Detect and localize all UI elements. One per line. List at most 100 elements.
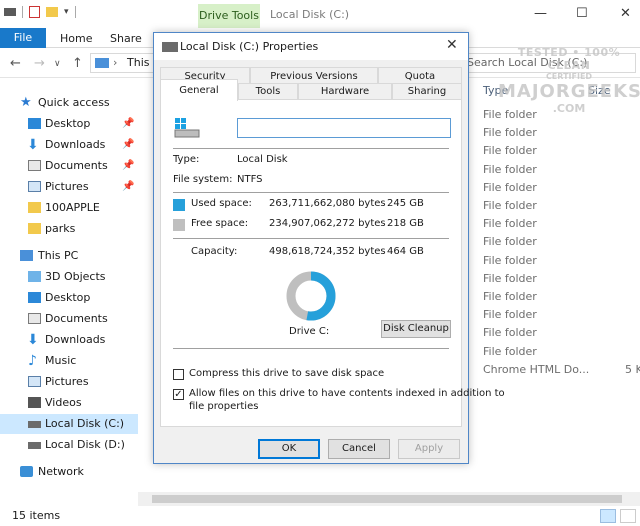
nav-item-3d-objects[interactable]: 3D Objects — [0, 267, 138, 287]
nav-item-pictures-pc[interactable]: Pictures — [0, 372, 138, 392]
star-icon: ★ — [20, 95, 32, 110]
separator — [74, 6, 76, 18]
tab-tools[interactable]: Tools — [238, 83, 298, 99]
recent-chevron-icon[interactable]: ∨ — [54, 59, 61, 69]
nav-quick-access[interactable]: ★ Quick access — [0, 93, 138, 113]
row-type[interactable]: File folder — [483, 326, 537, 339]
nav-label: Local Disk (C:) — [45, 417, 125, 430]
close-icon[interactable]: ✕ — [620, 6, 631, 21]
compress-checkbox[interactable] — [173, 369, 184, 380]
customize-qat-icon[interactable]: ▾ — [64, 7, 69, 17]
pin-icon[interactable]: 📌 — [122, 135, 134, 155]
row-type[interactable]: File folder — [483, 290, 537, 303]
pictures-icon — [28, 181, 41, 192]
item-count: 15 items — [12, 509, 61, 522]
pin-icon[interactable]: 📌 — [122, 114, 134, 134]
nav-item-desktop-pc[interactable]: Desktop — [0, 288, 138, 308]
details-view-icon[interactable] — [600, 509, 616, 523]
tab-file[interactable]: File — [0, 28, 46, 48]
separator — [173, 192, 449, 193]
explorer-titlebar: ▾ Drive Tools Local Disk (C:) — ☐ ✕ — [0, 0, 640, 28]
nav-item-downloads[interactable]: ⬇ Downloads 📌 — [0, 135, 138, 155]
dialog-title: Local Disk (C:) Properties — [180, 40, 319, 53]
drive-icon — [28, 421, 41, 428]
row-type[interactable]: File folder — [483, 235, 537, 248]
download-arrow-icon: ⬇ — [27, 137, 39, 153]
tab-hardware[interactable]: Hardware — [298, 83, 392, 99]
row-type[interactable]: File folder — [483, 254, 537, 267]
nav-item-videos[interactable]: Videos — [0, 393, 138, 413]
large-icons-view-icon[interactable] — [620, 509, 636, 523]
nav-network[interactable]: Network — [0, 462, 138, 482]
close-icon[interactable]: ✕ — [446, 37, 458, 53]
nav-item-pictures[interactable]: Pictures 📌 — [0, 177, 138, 197]
dialog-titlebar: Local Disk (C:) Properties ✕ — [154, 33, 468, 60]
nav-label: Music — [45, 354, 77, 367]
nav-label: Downloads — [45, 333, 106, 346]
nav-item-downloads-pc[interactable]: ⬇ Downloads — [0, 330, 138, 350]
row-type[interactable]: File folder — [483, 345, 537, 358]
row-type[interactable]: File folder — [483, 144, 537, 157]
tab-share[interactable]: Share — [110, 32, 142, 45]
properties-icon[interactable] — [29, 6, 40, 18]
pictures-icon — [28, 376, 41, 387]
row-size: 5 K — [625, 362, 640, 376]
nav-item-local-disk-c[interactable]: Local Disk (C:) — [0, 414, 138, 434]
tab-sharing[interactable]: Sharing — [392, 83, 462, 99]
row-type[interactable]: File folder — [483, 308, 537, 321]
cancel-button[interactable]: Cancel — [328, 439, 390, 459]
drive-large-icon — [174, 118, 200, 138]
used-space-swatch — [173, 199, 185, 211]
horizontal-scrollbar[interactable] — [138, 492, 640, 506]
scrollbar-thumb[interactable] — [152, 495, 622, 503]
pin-icon[interactable]: 📌 — [122, 156, 134, 176]
pin-icon[interactable]: 📌 — [122, 177, 134, 197]
nav-item-100apple[interactable]: 100APPLE — [0, 198, 138, 218]
disk-cleanup-button[interactable]: Disk Cleanup — [381, 320, 451, 338]
nav-item-parks[interactable]: parks — [0, 219, 138, 239]
music-note-icon: ♪ — [28, 353, 37, 369]
drive-name-input[interactable] — [237, 118, 451, 138]
used-space-bytes: 263,711,662,080 bytes — [269, 198, 386, 209]
capacity-size: 464 GB — [387, 246, 424, 257]
row-type[interactable]: Chrome HTML Do... — [483, 363, 589, 376]
drive-tools-tab[interactable]: Drive Tools — [198, 4, 260, 28]
nav-item-desktop[interactable]: Desktop 📌 — [0, 114, 138, 134]
nav-item-documents-pc[interactable]: Documents — [0, 309, 138, 329]
nav-label: 100APPLE — [45, 201, 100, 214]
row-type[interactable]: File folder — [483, 199, 537, 212]
nav-label: Network — [38, 465, 84, 478]
folder-icon — [28, 202, 41, 213]
nav-item-music[interactable]: ♪ Music — [0, 351, 138, 371]
nav-item-local-disk-d[interactable]: Local Disk (D:) — [0, 435, 138, 455]
index-checkbox[interactable]: ✓ — [173, 389, 184, 400]
row-type[interactable]: File folder — [483, 272, 537, 285]
new-folder-icon[interactable] — [46, 7, 58, 17]
forward-arrow-icon[interactable]: → — [34, 56, 45, 71]
up-arrow-icon[interactable]: ↑ — [72, 56, 83, 71]
row-type[interactable]: File folder — [483, 126, 537, 139]
row-type[interactable]: File folder — [483, 217, 537, 230]
apply-button[interactable]: Apply — [398, 439, 460, 459]
nav-item-documents[interactable]: Documents 📌 — [0, 156, 138, 176]
nav-label: Desktop — [45, 117, 91, 130]
ok-button[interactable]: OK — [258, 439, 320, 459]
capacity-bytes: 498,618,724,352 bytes — [269, 246, 386, 257]
index-label-line1: Allow files on this drive to have conten… — [189, 388, 505, 399]
minimize-icon[interactable]: — — [534, 6, 547, 21]
pc-icon — [95, 58, 109, 68]
pc-icon — [20, 250, 33, 261]
tab-home[interactable]: Home — [60, 32, 92, 45]
tab-general[interactable]: General — [160, 79, 238, 101]
documents-icon — [28, 160, 41, 171]
status-bar: 15 items — [0, 506, 640, 526]
nav-this-pc[interactable]: This PC — [0, 246, 138, 266]
maximize-icon[interactable]: ☐ — [576, 6, 588, 21]
file-system-label: File system: — [173, 174, 233, 185]
row-type[interactable]: File folder — [483, 163, 537, 176]
drive-icon — [28, 442, 41, 449]
capacity-label: Capacity: — [191, 246, 238, 257]
back-arrow-icon[interactable]: ← — [10, 56, 21, 71]
row-type[interactable]: File folder — [483, 181, 537, 194]
nav-label: Documents — [45, 312, 108, 325]
